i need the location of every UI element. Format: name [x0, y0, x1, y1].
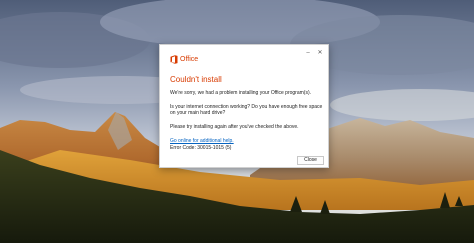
office-brand-label: Office — [180, 56, 199, 63]
close-window-button[interactable]: ✕ — [315, 48, 325, 58]
dialog-titlebar[interactable]: Office – ✕ — [160, 45, 328, 69]
retry-instruction: Please try installing again after you've… — [170, 124, 299, 130]
troubleshoot-question: Is your internet connection working? Do … — [170, 104, 323, 117]
dialog-heading: Couldn't install — [170, 75, 222, 84]
office-error-dialog: Office – ✕ Couldn't install We're sorry,… — [159, 44, 329, 168]
online-help-link[interactable]: Go online for additional help. — [170, 138, 234, 144]
minimize-button[interactable]: – — [303, 48, 313, 58]
office-logo-icon — [170, 55, 178, 64]
error-message: We're sorry, we had a problem installing… — [170, 90, 312, 96]
error-code-text: Error Code: 30015-1015 (5) — [170, 145, 232, 151]
close-button[interactable]: Close — [297, 156, 324, 165]
